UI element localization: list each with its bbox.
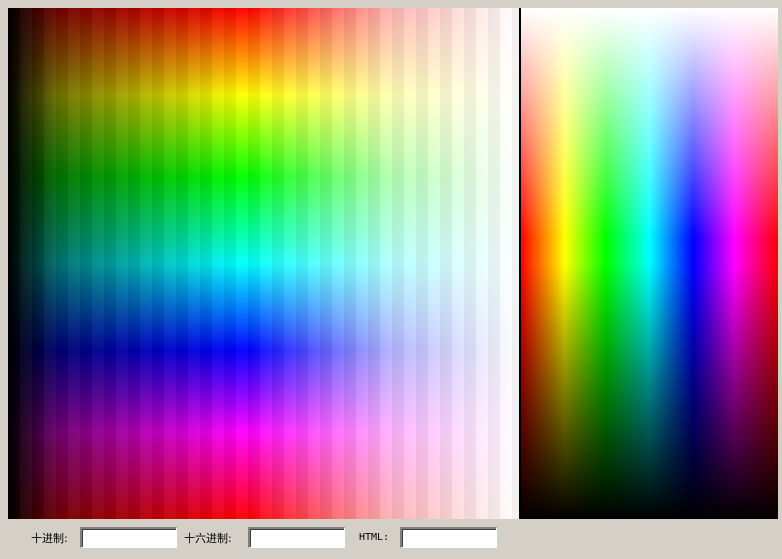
decimal-label: 十进制: <box>31 532 68 545</box>
hue-lightness-palette[interactable] <box>8 8 519 519</box>
color-picker <box>8 8 778 519</box>
hex-input[interactable] <box>248 527 345 548</box>
hex-label: 十六进制: <box>184 532 232 545</box>
palette-banding <box>8 8 519 519</box>
html-label: HTML: <box>359 532 390 543</box>
decimal-input[interactable] <box>80 527 177 548</box>
hue-brightness-strip[interactable] <box>521 8 778 519</box>
html-color-input[interactable] <box>400 527 497 548</box>
strip-brightness-gradient <box>521 8 778 519</box>
value-fields-bar: 十进制: 十六进制: HTML: <box>0 524 782 554</box>
